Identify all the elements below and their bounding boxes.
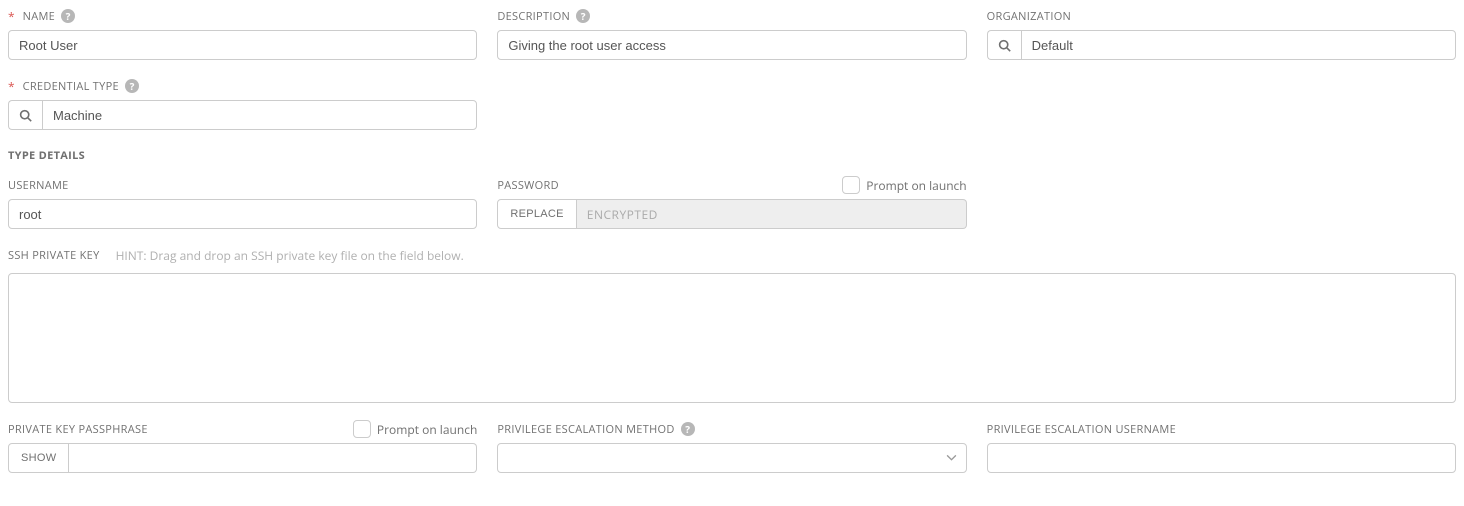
description-label: DESCRIPTION [497, 9, 570, 24]
ssh-private-key-hint: HINT: Drag and drop an SSH private key f… [116, 247, 464, 264]
ssh-private-key-textarea[interactable] [8, 273, 1456, 403]
required-marker: * [8, 78, 15, 95]
password-label: PASSWORD [497, 178, 559, 193]
help-icon[interactable]: ? [125, 79, 139, 93]
type-details-heading: TYPE DETAILS [8, 148, 1456, 163]
passphrase-prompt-checkbox[interactable] [353, 420, 371, 438]
privilege-escalation-method-select[interactable] [497, 443, 966, 473]
required-marker: * [8, 8, 15, 25]
search-icon [19, 109, 32, 122]
credential-type-input[interactable] [42, 100, 477, 130]
description-input[interactable] [497, 30, 966, 60]
passphrase-input[interactable] [69, 443, 477, 473]
private-key-passphrase-label: PRIVATE KEY PASSPHRASE [8, 422, 148, 437]
organization-label: ORGANIZATION [987, 9, 1071, 24]
organization-search-button[interactable] [987, 30, 1021, 60]
ssh-private-key-label: SSH PRIVATE KEY [8, 248, 100, 263]
name-input[interactable] [8, 30, 477, 60]
help-icon[interactable]: ? [61, 9, 75, 23]
password-encrypted-indicator: ENCRYPTED [577, 199, 967, 229]
passphrase-prompt-label: Prompt on launch [377, 421, 477, 438]
organization-input[interactable] [1021, 30, 1456, 60]
privilege-escalation-method-label: PRIVILEGE ESCALATION METHOD [497, 422, 674, 437]
help-icon[interactable]: ? [681, 422, 695, 436]
password-prompt-label: Prompt on launch [866, 177, 966, 194]
password-replace-button[interactable]: REPLACE [497, 199, 576, 229]
help-icon[interactable]: ? [576, 9, 590, 23]
privilege-escalation-username-label: PRIVILEGE ESCALATION USERNAME [987, 422, 1176, 437]
username-input[interactable] [8, 199, 477, 229]
credential-type-search-button[interactable] [8, 100, 42, 130]
passphrase-show-button[interactable]: SHOW [8, 443, 69, 473]
search-icon [998, 39, 1011, 52]
privilege-escalation-username-input[interactable] [987, 443, 1456, 473]
password-prompt-checkbox[interactable] [842, 176, 860, 194]
username-label: USERNAME [8, 178, 69, 193]
name-label: NAME [23, 9, 55, 24]
credential-type-label: CREDENTIAL TYPE [23, 79, 119, 94]
